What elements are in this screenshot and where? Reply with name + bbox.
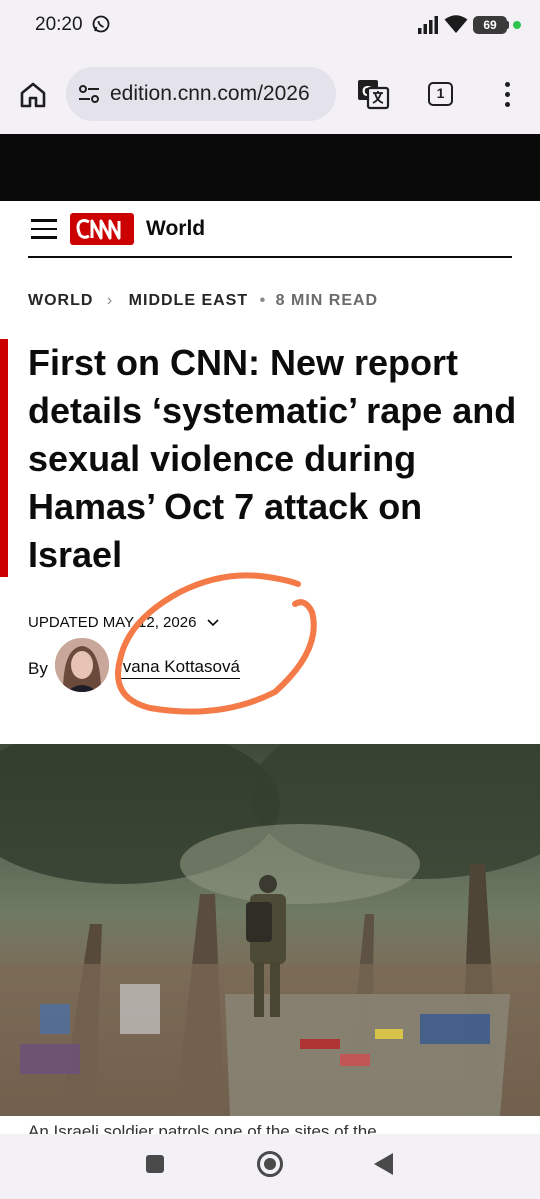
author-link[interactable]: Ivana Kottasová xyxy=(118,657,240,679)
recents-button[interactable] xyxy=(146,1155,164,1173)
breadcrumb-middle-east[interactable]: MIDDLE EAST xyxy=(129,292,248,309)
author-photo xyxy=(55,638,109,692)
breadcrumb: WORLD › MIDDLE EAST • 8 MIN READ xyxy=(28,292,378,310)
menu-icon[interactable] xyxy=(31,219,57,239)
signal-icon xyxy=(418,16,438,34)
ad-banner xyxy=(0,134,540,201)
system-nav-bar xyxy=(0,1134,540,1199)
byline-label: By xyxy=(28,659,48,678)
chevron-down-icon[interactable] xyxy=(207,619,219,627)
privacy-indicator-dot xyxy=(513,21,521,29)
translate-icon[interactable]: G xyxy=(356,78,390,110)
wifi-icon xyxy=(444,15,468,33)
updated-timestamp[interactable]: UPDATED MAY 12, 2026 xyxy=(28,614,219,631)
site-settings-icon[interactable] xyxy=(78,84,100,104)
author-avatar[interactable] xyxy=(55,638,109,692)
whatsapp-icon xyxy=(92,15,110,33)
separator-dot: • xyxy=(259,292,267,309)
more-options-icon[interactable] xyxy=(500,80,514,110)
status-time: 20:20 xyxy=(35,14,83,35)
browser-toolbar: edition.cnn.com/2026 G 1 xyxy=(0,50,540,134)
back-button[interactable] xyxy=(374,1153,393,1175)
hand-drawn-circle-annotation xyxy=(115,572,317,715)
battery-icon: 69 xyxy=(473,16,507,34)
section-title[interactable]: World xyxy=(146,217,205,241)
updated-text: UPDATED MAY 12, 2026 xyxy=(28,614,197,631)
url-text[interactable]: edition.cnn.com/2026 xyxy=(110,82,310,106)
battery-tip xyxy=(506,21,509,29)
site-header: World xyxy=(28,208,512,258)
breadcrumb-world[interactable]: WORLD xyxy=(28,292,93,309)
article-headline: First on CNN: New report details ‘system… xyxy=(28,342,517,575)
status-bar: 20:20 69 xyxy=(0,0,540,50)
tab-switcher-button[interactable]: 1 xyxy=(428,82,453,106)
home-button[interactable] xyxy=(257,1151,283,1177)
home-icon[interactable] xyxy=(18,80,48,110)
cnn-logo[interactable] xyxy=(70,213,134,245)
headline-accent-bar xyxy=(0,339,8,577)
hero-photo xyxy=(0,744,540,1116)
address-bar[interactable]: edition.cnn.com/2026 xyxy=(66,67,336,121)
chevron-right-icon: › xyxy=(106,292,114,309)
read-time: 8 MIN READ xyxy=(275,292,379,309)
article-hero-image[interactable] xyxy=(0,744,540,1116)
